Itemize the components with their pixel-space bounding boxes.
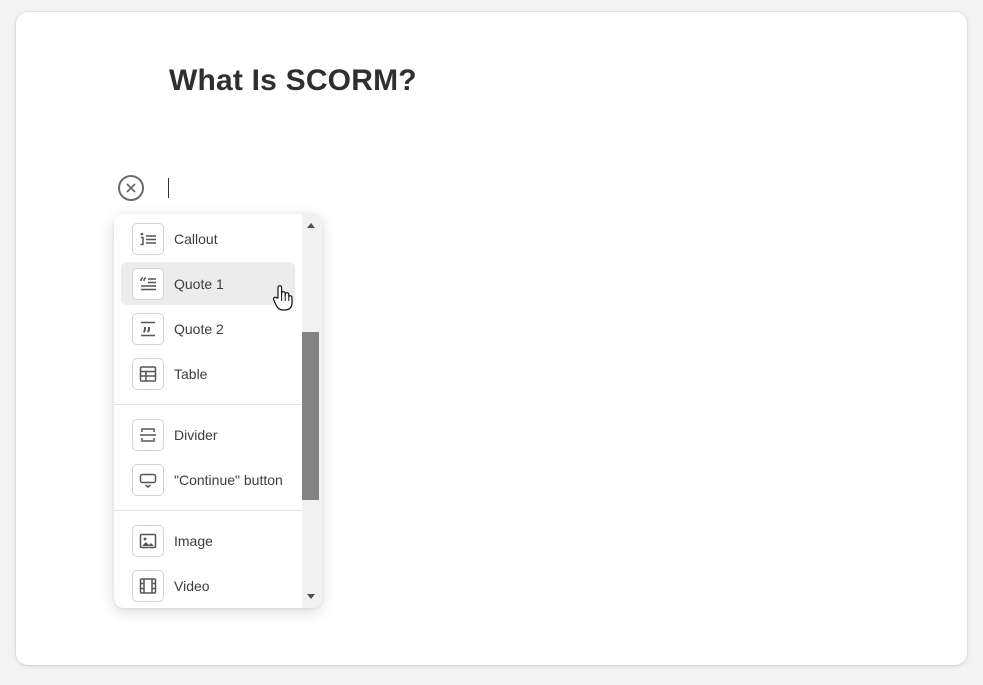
quote-1-icon [132, 267, 164, 300]
video-icon [132, 569, 164, 602]
image-icon [132, 524, 164, 557]
scroll-up-arrow-icon[interactable] [307, 223, 315, 228]
callout-icon [132, 222, 164, 255]
menu-scrollbar[interactable] [302, 214, 322, 608]
menu-item-label: Quote 1 [174, 275, 224, 292]
menu-item-label: Image [174, 532, 213, 549]
editor-card: What Is SCORM? Callout Quote 1 Quote 2 T… [16, 12, 967, 665]
menu-item-label: Divider [174, 426, 218, 443]
quote-2-icon [132, 312, 164, 345]
menu-item-label: Quote 2 [174, 320, 224, 337]
menu-item-video[interactable]: Video [121, 564, 295, 607]
menu-item-label: Callout [174, 230, 218, 247]
page-title[interactable]: What Is SCORM? [169, 64, 417, 98]
menu-item-quote-2[interactable]: Quote 2 [121, 307, 295, 350]
menu-item-table[interactable]: Table [121, 352, 295, 395]
menu-item-divider[interactable]: Divider [121, 413, 295, 456]
menu-item-image[interactable]: Image [121, 519, 295, 562]
menu-item-quote-1[interactable]: Quote 1 [121, 262, 295, 305]
menu-item-callout[interactable]: Callout [121, 217, 295, 260]
scroll-thumb[interactable] [302, 332, 319, 500]
menu-item-label: Video [174, 577, 210, 594]
divider-icon [132, 418, 164, 451]
block-menu-list: Callout Quote 1 Quote 2 Table Divider "C… [114, 214, 302, 608]
menu-item-label: Table [174, 365, 208, 382]
table-icon [132, 357, 164, 390]
menu-item-label: "Continue" button [174, 471, 283, 488]
circle-close-icon[interactable] [118, 175, 144, 201]
scroll-down-arrow-icon[interactable] [307, 594, 315, 599]
block-insert-menu: Callout Quote 1 Quote 2 Table Divider "C… [114, 214, 322, 608]
menu-divider [114, 404, 302, 405]
menu-divider [114, 510, 302, 511]
menu-item-continue-button[interactable]: "Continue" button [121, 458, 295, 501]
text-caret [168, 178, 169, 198]
continue-button-icon [132, 463, 164, 496]
